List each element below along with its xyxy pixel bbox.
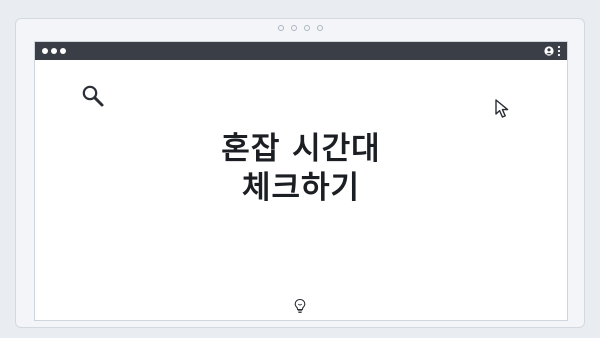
page-title: 혼잡 시간대 체크하기 [35, 130, 567, 208]
search-icon [81, 84, 105, 112]
indicator-dot [316, 25, 323, 31]
indicator-dot [290, 25, 297, 31]
titlebar-actions [544, 45, 561, 57]
browser-frame: 혼잡 시간대 체크하기 [15, 18, 585, 328]
window-titlebar [35, 42, 567, 60]
title-line-2: 체크하기 [241, 170, 361, 206]
indicator-dot [303, 25, 310, 31]
kebab-menu-icon[interactable] [557, 45, 561, 57]
user-icon[interactable] [544, 46, 554, 56]
app-window: 혼잡 시간대 체크하기 [34, 41, 568, 321]
window-control-maximize[interactable] [60, 48, 66, 54]
frame-indicator-dots [16, 25, 584, 31]
window-control-minimize[interactable] [51, 48, 57, 54]
lightbulb-icon [293, 298, 307, 318]
indicator-dot [277, 25, 284, 31]
window-control-close[interactable] [42, 48, 48, 54]
main-content: 혼잡 시간대 체크하기 [35, 60, 567, 320]
cursor-arrow-icon [493, 98, 515, 124]
title-line-1: 혼잡 시간대 [221, 131, 381, 167]
